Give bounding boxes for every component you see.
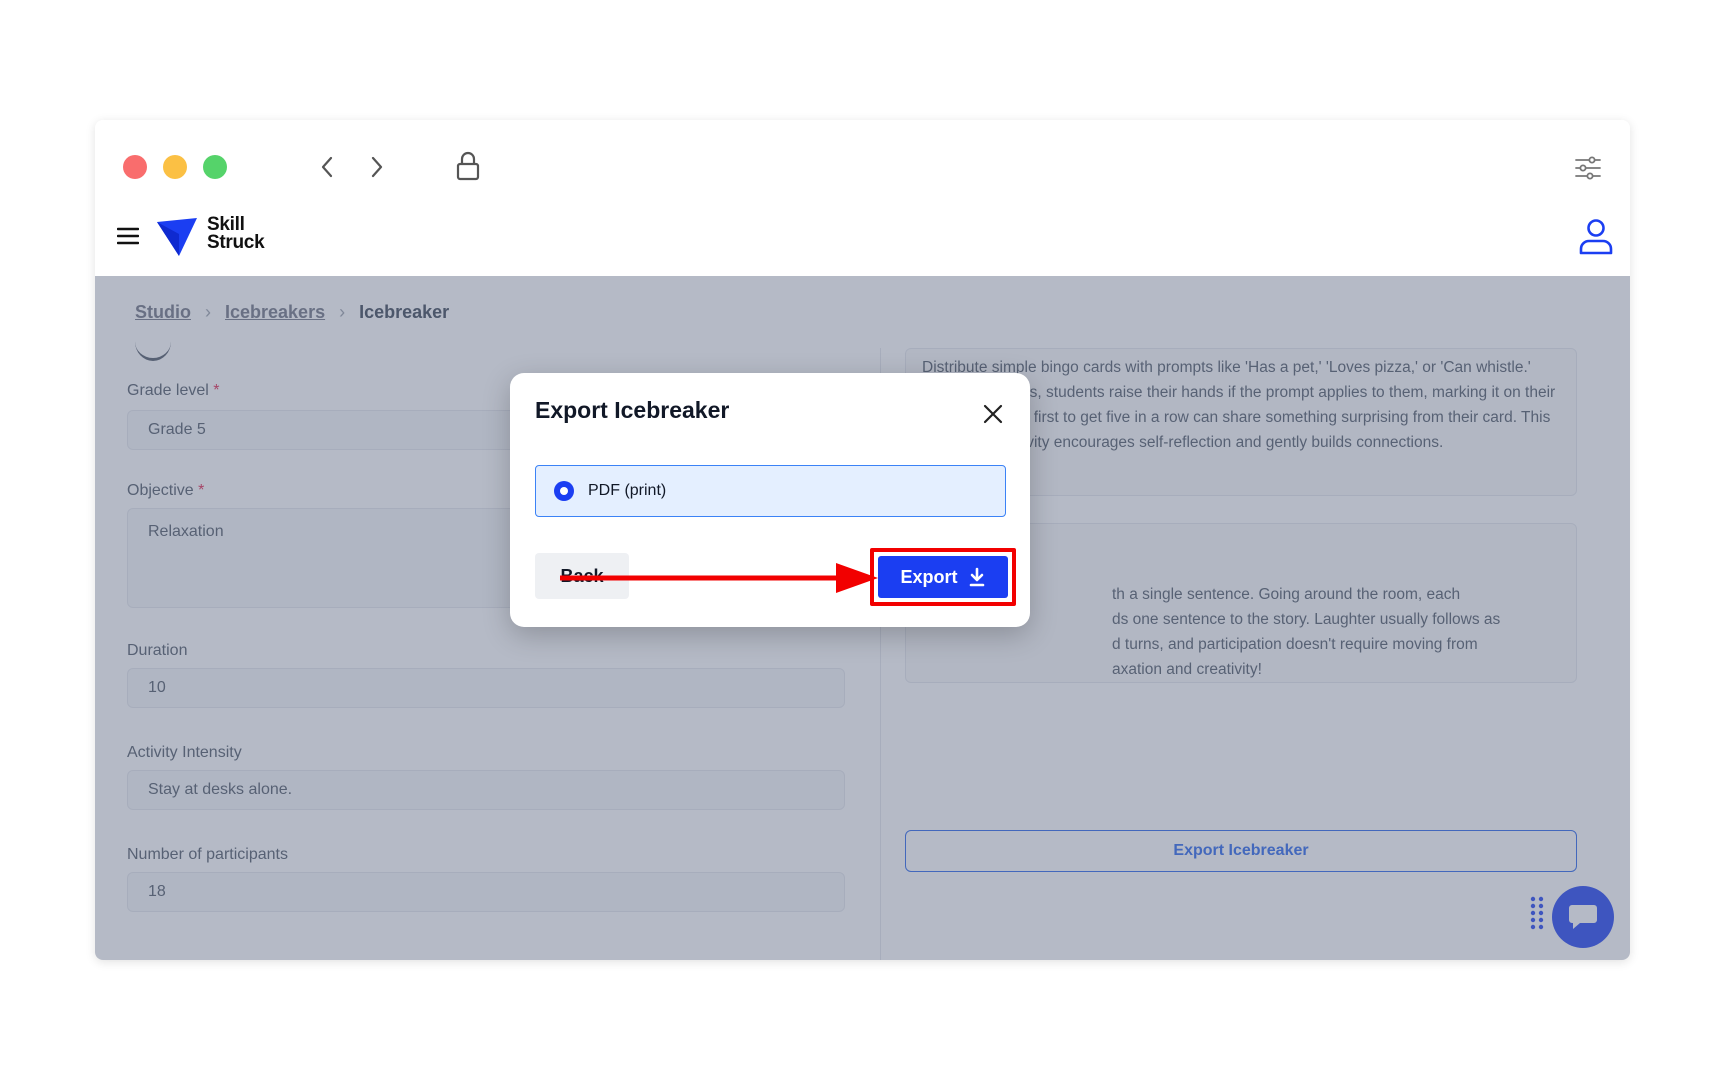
sliders-icon[interactable] xyxy=(1570,150,1606,186)
brand-name-line2: Struck xyxy=(207,232,265,253)
lock-icon xyxy=(456,151,480,181)
export-modal: Export Icebreaker PDF (print) Back Expor… xyxy=(510,373,1030,627)
nav-forward-button[interactable] xyxy=(360,150,394,184)
pdf-print-option[interactable]: PDF (print) xyxy=(535,465,1006,517)
nav-back-button[interactable] xyxy=(310,150,344,184)
window-close-dot[interactable] xyxy=(123,155,147,179)
window-zoom-dot[interactable] xyxy=(203,155,227,179)
app-header: Skill Struck xyxy=(95,200,1630,276)
title-bar xyxy=(95,120,1630,200)
export-button-highlight xyxy=(870,548,1016,606)
window-minimize-dot[interactable] xyxy=(163,155,187,179)
skillstruck-logo-icon xyxy=(157,218,197,256)
close-icon[interactable] xyxy=(982,403,1004,425)
chevron-left-icon xyxy=(321,156,333,178)
pdf-print-radio[interactable] xyxy=(554,481,574,501)
chevron-right-icon xyxy=(371,156,383,178)
pdf-print-label: PDF (print) xyxy=(588,482,667,499)
modal-title: Export Icebreaker xyxy=(535,397,730,423)
brand-name: Skill Struck xyxy=(207,215,265,253)
annotation-arrow xyxy=(560,563,878,593)
hamburger-icon[interactable] xyxy=(117,227,139,245)
user-icon[interactable] xyxy=(1576,216,1616,256)
